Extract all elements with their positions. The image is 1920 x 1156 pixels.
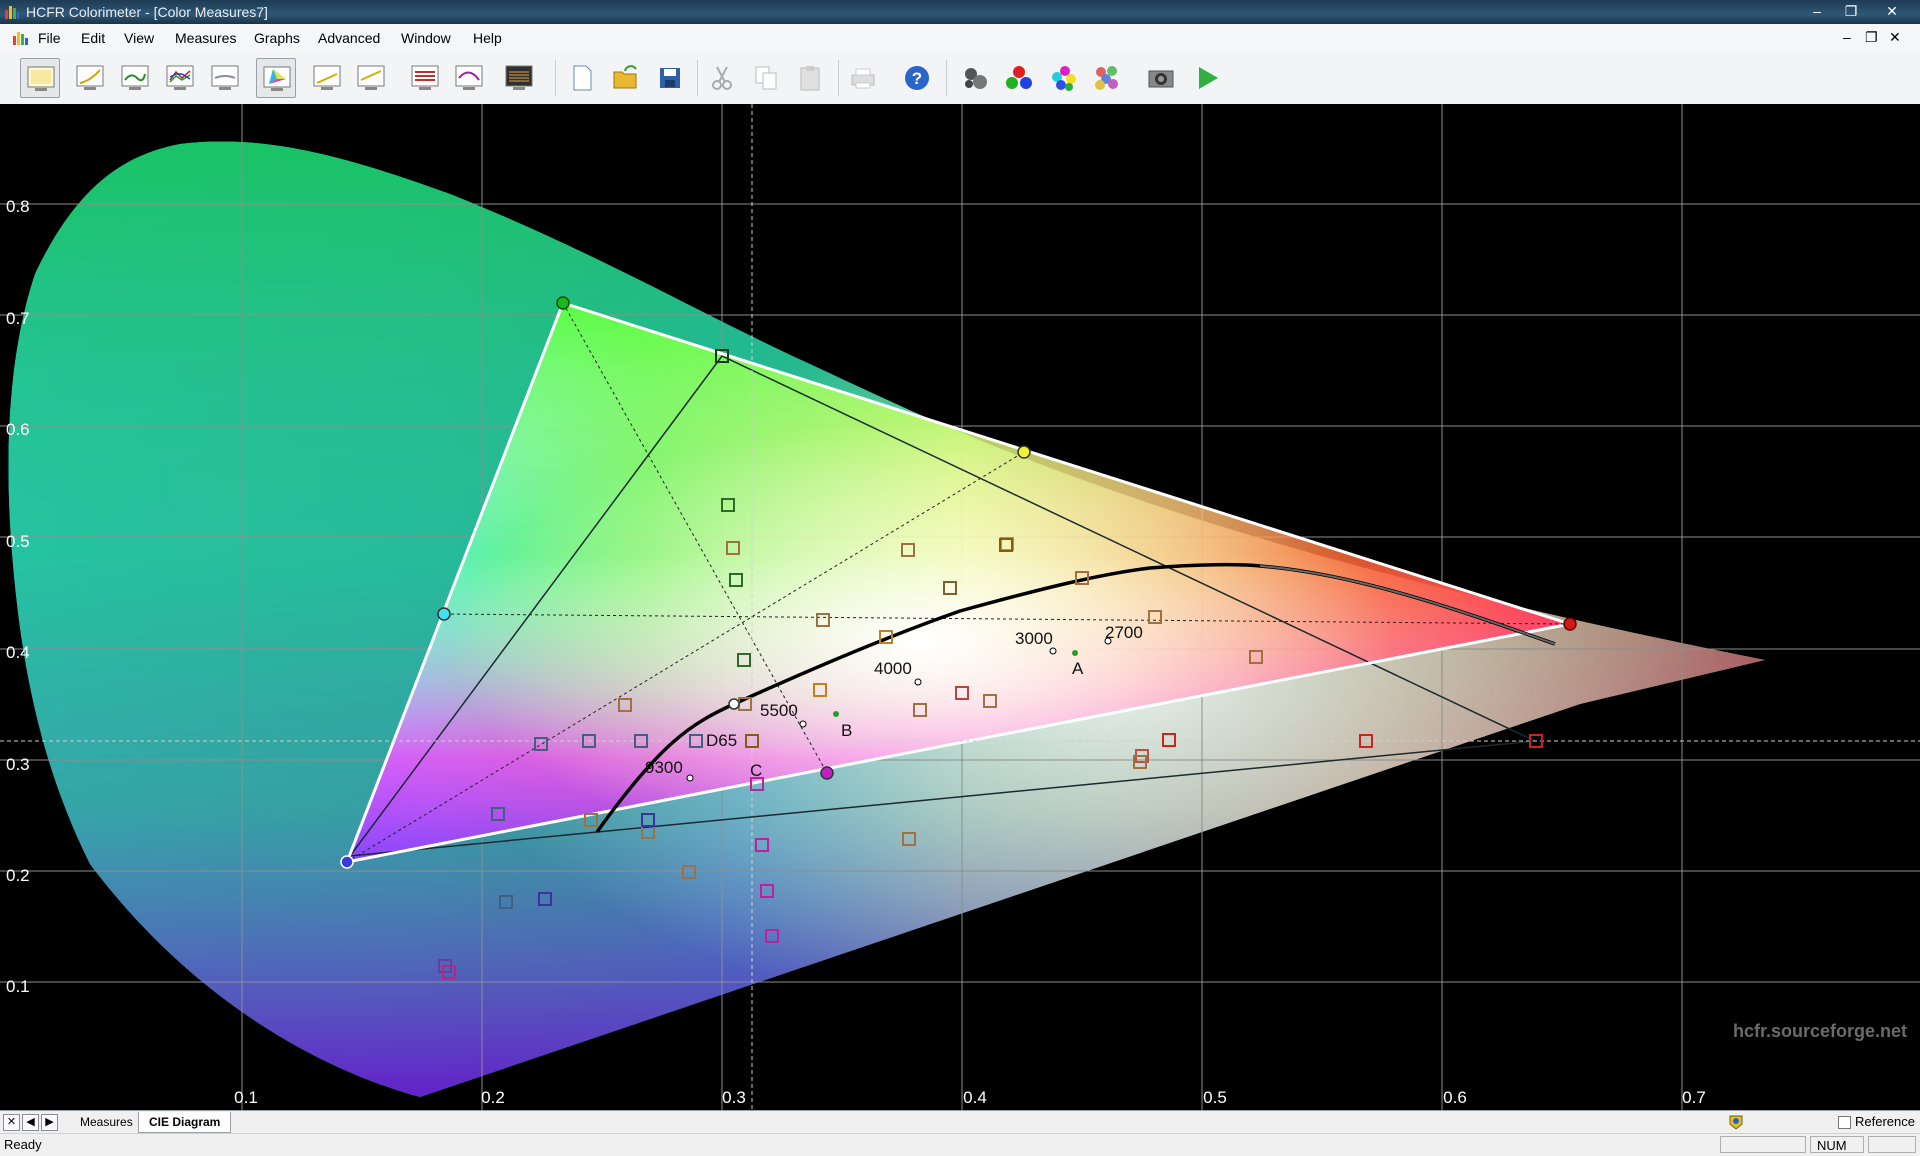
menu-view[interactable]: View bbox=[124, 30, 154, 46]
run-sequence-icon[interactable] bbox=[1187, 58, 1227, 98]
next-tab-icon[interactable]: ▶ bbox=[41, 1114, 58, 1131]
x-tick-label: 0.7 bbox=[1682, 1088, 1706, 1107]
cct-label-2700: 2700 bbox=[1105, 623, 1143, 642]
status-pane-caps bbox=[1720, 1136, 1806, 1153]
x-tick-label: 0.1 bbox=[234, 1088, 258, 1107]
copy-icon[interactable] bbox=[746, 58, 786, 98]
cct-label-5500: 5500 bbox=[760, 701, 798, 720]
mdi-close-button[interactable]: ✕ bbox=[1889, 29, 1901, 46]
illuminant-b-marker bbox=[833, 711, 839, 717]
toolbar-separator bbox=[838, 60, 839, 96]
sensor-icon[interactable] bbox=[955, 58, 995, 98]
cut-icon[interactable] bbox=[702, 58, 742, 98]
watermark: hcfr.sourceforge.net bbox=[1733, 1021, 1907, 1041]
color-temp-graph-icon[interactable] bbox=[205, 58, 245, 98]
toolbar-separator bbox=[697, 60, 698, 96]
open-folder-icon[interactable] bbox=[606, 58, 646, 98]
y-tick-label: 0.6 bbox=[6, 420, 30, 439]
cie-diagram-icon[interactable] bbox=[256, 58, 296, 98]
x-tick-label: 0.2 bbox=[481, 1088, 505, 1107]
white-point-label-c: C bbox=[750, 761, 762, 780]
y-tick-label: 0.1 bbox=[6, 977, 30, 996]
secondaries-icon[interactable] bbox=[1043, 58, 1083, 98]
tab-cie-diagram[interactable]: CIE Diagram bbox=[138, 1112, 232, 1133]
color-checker-icon[interactable] bbox=[1087, 58, 1127, 98]
status-bar: Ready NUM bbox=[0, 1133, 1920, 1156]
reference-label: Reference bbox=[1855, 1114, 1915, 1129]
status-pane-num: NUM bbox=[1810, 1136, 1864, 1153]
menu-advanced[interactable]: Advanced bbox=[318, 30, 380, 46]
toolbar-separator bbox=[555, 60, 556, 96]
toolbar: ? bbox=[0, 52, 1920, 105]
rgb-levels-graph-icon[interactable] bbox=[160, 58, 200, 98]
gamma-graph-icon[interactable] bbox=[70, 58, 110, 98]
cct-label-4000: 4000 bbox=[874, 659, 912, 678]
toolbar-separator bbox=[946, 60, 947, 96]
window-title: HCFR Colorimeter - [Color Measures7] bbox=[26, 4, 268, 20]
y-tick-label: 0.8 bbox=[6, 197, 30, 216]
cie-diagram-view[interactable]: 0.1 0.2 0.3 0.4 0.5 0.6 0.7 0.1 0.2 0.3 … bbox=[0, 104, 1920, 1110]
saturation-shift-graph-icon[interactable] bbox=[449, 58, 489, 98]
close-button[interactable]: ✕ bbox=[1870, 2, 1914, 21]
close-tab-icon[interactable]: ✕ bbox=[3, 1114, 20, 1131]
illuminant-a-marker bbox=[1072, 650, 1078, 656]
camera-icon[interactable] bbox=[1141, 58, 1181, 98]
luminance-graph-icon[interactable] bbox=[115, 58, 155, 98]
paste-icon[interactable] bbox=[790, 58, 830, 98]
measures-comparison-icon[interactable] bbox=[499, 58, 539, 98]
y-tick-label: 0.5 bbox=[6, 532, 30, 551]
menu-graphs[interactable]: Graphs bbox=[254, 30, 300, 46]
menu-edit[interactable]: Edit bbox=[81, 30, 105, 46]
white-point-label-a: A bbox=[1072, 659, 1084, 678]
y-tick-label: 0.7 bbox=[6, 309, 30, 328]
mdi-restore-button[interactable]: ❐ bbox=[1865, 29, 1878, 46]
measures-view-icon[interactable] bbox=[20, 58, 60, 98]
x-tick-label: 0.3 bbox=[722, 1088, 746, 1107]
menu-bar: File Edit View Measures Graphs Advanced … bbox=[0, 24, 1920, 53]
status-pane-scrl bbox=[1868, 1136, 1916, 1153]
menu-file[interactable]: File bbox=[38, 30, 61, 46]
near-white-graph-icon[interactable] bbox=[351, 58, 391, 98]
app-window: HCFR Colorimeter - [Color Measures7] – ❐… bbox=[0, 0, 1920, 1156]
near-black-graph-icon[interactable] bbox=[307, 58, 347, 98]
document-app-icon[interactable] bbox=[12, 30, 30, 46]
title-bar: HCFR Colorimeter - [Color Measures7] – ❐… bbox=[0, 0, 1920, 24]
tab-measures[interactable]: Measures bbox=[70, 1112, 143, 1132]
prev-tab-icon[interactable]: ◀ bbox=[22, 1114, 39, 1131]
x-tick-label: 0.6 bbox=[1443, 1088, 1467, 1107]
menu-window[interactable]: Window bbox=[401, 30, 451, 46]
saturation-graph-icon[interactable] bbox=[405, 58, 445, 98]
mdi-minimize-button[interactable]: – bbox=[1843, 29, 1851, 45]
cct-label-3000: 3000 bbox=[1015, 629, 1053, 648]
reference-checkbox[interactable] bbox=[1838, 1116, 1851, 1129]
y-tick-label: 0.4 bbox=[6, 643, 30, 662]
status-text: Ready bbox=[4, 1137, 42, 1152]
x-tick-label: 0.4 bbox=[963, 1088, 987, 1107]
save-icon[interactable] bbox=[650, 58, 690, 98]
hcfr-app-icon bbox=[5, 6, 19, 19]
help-icon[interactable]: ? bbox=[897, 58, 937, 98]
y-tick-label: 0.3 bbox=[6, 755, 30, 774]
menu-measures[interactable]: Measures bbox=[175, 30, 236, 46]
white-point-label-b: B bbox=[841, 721, 852, 740]
cie-diagram-canvas[interactable]: 0.1 0.2 0.3 0.4 0.5 0.6 0.7 0.1 0.2 0.3 … bbox=[0, 104, 1920, 1110]
x-tick-label: 0.5 bbox=[1203, 1088, 1227, 1107]
white-point-label-d65: D65 bbox=[706, 731, 737, 750]
restore-button[interactable]: ❐ bbox=[1829, 2, 1873, 21]
primaries-icon[interactable] bbox=[999, 58, 1039, 98]
cct-label-9300: 9300 bbox=[645, 758, 683, 777]
print-icon[interactable] bbox=[843, 58, 883, 98]
svg-text:?: ? bbox=[912, 69, 922, 88]
new-document-icon[interactable] bbox=[562, 58, 602, 98]
y-tick-label: 0.2 bbox=[6, 866, 30, 885]
reference-badge-icon bbox=[1729, 1115, 1743, 1130]
menu-help[interactable]: Help bbox=[473, 30, 502, 46]
view-tab-bar: ✕ ◀ ▶ Measures CIE Diagram Reference bbox=[0, 1110, 1920, 1134]
